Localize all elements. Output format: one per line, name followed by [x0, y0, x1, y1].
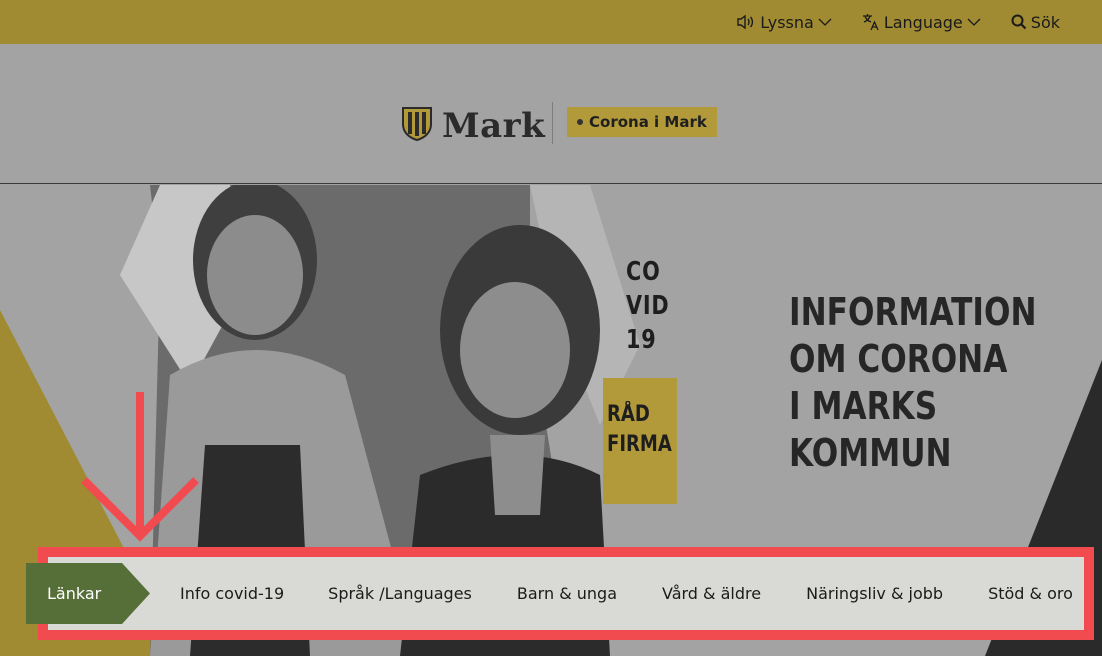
covid-19-label: CO VID 19 [626, 255, 670, 357]
headline-line-3: I MARKS [789, 384, 938, 428]
nav-items: Info covid-19 Språk /Languages Barn & un… [180, 557, 1073, 630]
hero-headline: INFORMATION OM CORONA I MARKS KOMMUN [789, 289, 1037, 477]
search-label: Sök [1030, 12, 1060, 32]
covid-line-3: 19 [626, 325, 657, 355]
site-header: Mark Corona i Mark [0, 44, 1102, 184]
mark-logo[interactable]: Mark [402, 106, 545, 146]
annotation-arrow-icon [81, 392, 199, 542]
headline-line-2: OM CORONA [789, 337, 1008, 381]
corona-badge-label: Corona i Mark [589, 113, 707, 131]
translate-icon [862, 13, 880, 31]
chevron-down-icon [818, 17, 832, 27]
nav-item-label: Länkar [47, 584, 102, 603]
bullet-icon [577, 119, 583, 125]
search-icon [1011, 14, 1027, 30]
language-button[interactable]: Language [862, 13, 981, 32]
raad-line-1: RÅD [607, 402, 650, 427]
chevron-down-icon [967, 17, 981, 27]
language-label: Language [883, 12, 963, 32]
corona-badge-link[interactable]: Corona i Mark [567, 107, 717, 137]
raad-firma-label: RÅD FIRMA [607, 400, 672, 460]
logo-text: Mark [442, 106, 546, 146]
search-button[interactable]: Sök [1011, 13, 1060, 32]
headline-line-1: INFORMATION [789, 290, 1037, 334]
top-utility-bar: Lyssna Language Sök [0, 0, 1102, 44]
listen-button[interactable]: Lyssna [736, 13, 832, 32]
coat-of-arms-icon [402, 107, 432, 145]
speaker-icon [736, 14, 756, 30]
nav-item-info-covid[interactable]: Info covid-19 [180, 584, 284, 603]
header-divider [552, 102, 553, 144]
nav-item-barn-unga[interactable]: Barn & unga [517, 584, 617, 603]
nav-item-sprak[interactable]: Språk /Languages [328, 584, 472, 603]
nav-item-naringsliv[interactable]: Näringsliv & jobb [806, 584, 943, 603]
raad-line-2: FIRMA [607, 432, 672, 457]
listen-label: Lyssna [760, 12, 814, 32]
covid-line-1: CO [626, 257, 661, 287]
covid-line-2: VID [626, 291, 670, 321]
nav-item-lankar[interactable]: Länkar [26, 563, 150, 624]
headline-line-4: KOMMUN [789, 431, 952, 475]
nav-item-stod-oro[interactable]: Stöd & oro [988, 584, 1073, 603]
nav-item-vard-aldre[interactable]: Vård & äldre [662, 584, 761, 603]
